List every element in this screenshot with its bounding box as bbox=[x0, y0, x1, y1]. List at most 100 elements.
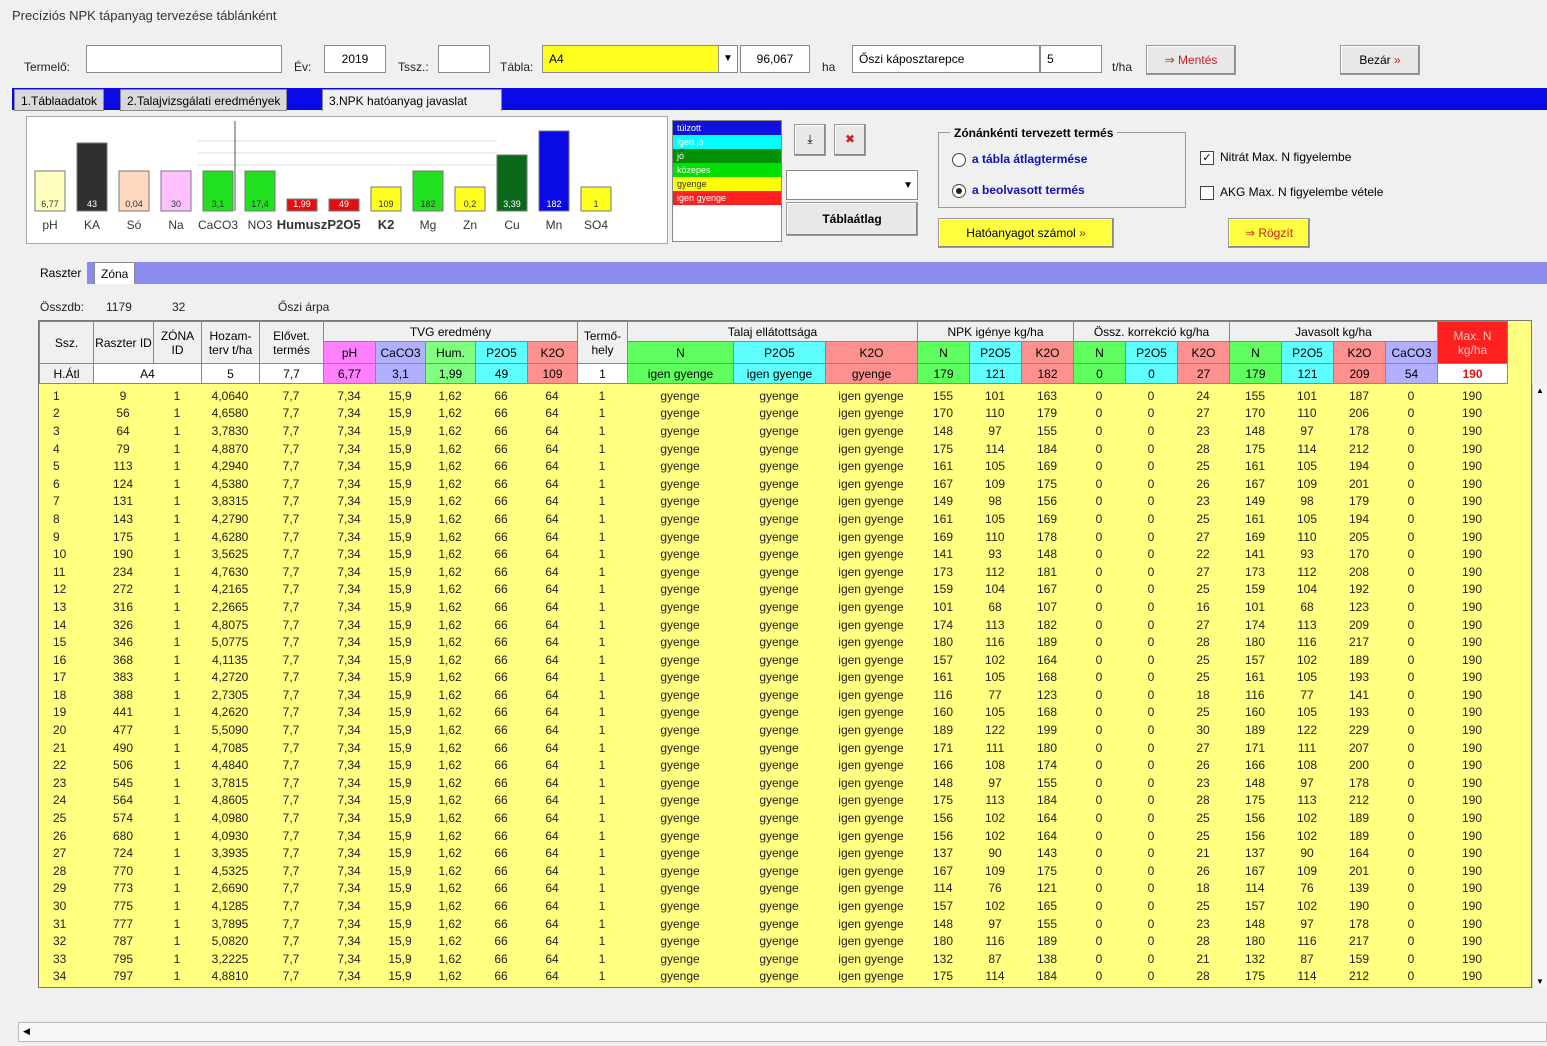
table-row[interactable]: 5 113 1 4,2940 7,7 7,34 15,9 1,62 66 64 1 gyenge gye… bbox=[39, 457, 1507, 475]
table-row[interactable]: 2 56 1 4,6580 7,7 7,34 15,9 1,62 66 64 1 gyenge gyen… bbox=[39, 405, 1507, 423]
table-cell: 66 bbox=[494, 388, 508, 403]
table-row[interactable]: 23 545 1 3,7815 7,7 7,34 15,9 1,62 66 64 1 gyenge gy… bbox=[39, 774, 1507, 792]
table-cell: 0 bbox=[1147, 828, 1155, 843]
table-cell: 64 bbox=[545, 652, 559, 667]
table-cell: 116 bbox=[985, 934, 1005, 949]
data-grid[interactable]: Ssz. Raszter ID ZÓNA ID Hozam-terv t/ha Előv… bbox=[38, 320, 1532, 988]
table-row[interactable]: 25 574 1 4,0980 7,7 7,34 15,9 1,62 66 64 1 gyenge gy… bbox=[39, 809, 1507, 827]
chevron-down-icon[interactable]: ▼ bbox=[718, 46, 737, 72]
table-row[interactable]: 8 143 1 4,2790 7,7 7,34 15,9 1,62 66 64 1 gyenge gye… bbox=[39, 510, 1507, 528]
horizontal-scrollbar[interactable]: ◀ bbox=[18, 1022, 1547, 1042]
table-select[interactable]: A4 ▼ bbox=[542, 45, 738, 73]
table-cell: 190 bbox=[1461, 723, 1483, 738]
table-cell: gyenge bbox=[759, 863, 799, 878]
table-row[interactable]: 3 64 1 3,7830 7,7 7,34 15,9 1,62 66 64 1 gyenge gyen… bbox=[39, 422, 1507, 440]
subtab-zone[interactable]: Zóna bbox=[94, 262, 136, 284]
year-field[interactable]: 2019 bbox=[324, 45, 386, 73]
tssz-field[interactable] bbox=[438, 45, 490, 73]
table-row[interactable]: 29 773 1 2,6690 7,7 7,34 15,9 1,62 66 64 1 gyenge gy… bbox=[39, 880, 1507, 898]
table-average-button[interactable]: Táblaátlag bbox=[786, 202, 918, 236]
table-cell: 23 bbox=[53, 775, 67, 790]
tab-soil-results[interactable]: 2.Talajvizsgálati eredmények bbox=[120, 89, 288, 111]
scroll-down-icon[interactable]: ▼ bbox=[1536, 977, 1544, 986]
delete-button[interactable]: ✖ bbox=[834, 124, 866, 156]
table-row[interactable]: 33 795 1 3,2225 7,7 7,34 15,9 1,62 66 64 1 gyenge gy… bbox=[39, 950, 1507, 968]
scroll-left-icon[interactable]: ◀ bbox=[23, 1026, 30, 1037]
table-row[interactable]: 21 490 1 4,7085 7,7 7,34 15,9 1,62 66 64 1 gyenge gy… bbox=[39, 739, 1507, 757]
average-cell: 54 bbox=[1385, 363, 1438, 384]
table-row[interactable]: 26 680 1 4,0930 7,7 7,34 15,9 1,62 66 64 1 gyenge gy… bbox=[39, 827, 1507, 845]
table-row[interactable]: 4 79 1 4,8870 7,7 7,34 15,9 1,62 66 64 1 gyenge gyen… bbox=[39, 440, 1507, 458]
table-row[interactable]: 1 9 1 4,0640 7,7 7,34 15,9 1,62 66 64 1 gyenge gyeng… bbox=[39, 387, 1507, 405]
table-row[interactable]: 19 441 1 4,2620 7,7 7,34 15,9 1,62 66 64 1 gyenge gy… bbox=[39, 704, 1507, 722]
producer-field[interactable] bbox=[86, 45, 282, 73]
tab-table-data[interactable]: 1.Táblaadatok bbox=[14, 89, 105, 111]
table-row[interactable]: 11 234 1 4,7630 7,7 7,34 15,9 1,62 66 64 1 gyenge gy… bbox=[39, 563, 1507, 581]
table-cell: 1 bbox=[598, 494, 606, 509]
table-row[interactable]: 13 316 1 2,2665 7,7 7,34 15,9 1,62 66 64 1 gyenge gy… bbox=[39, 598, 1507, 616]
average-cell: 27 bbox=[1177, 363, 1230, 384]
table-row[interactable]: 31 777 1 3,7895 7,7 7,34 15,9 1,62 66 64 1 gyenge gy… bbox=[39, 915, 1507, 933]
table-cell: 66 bbox=[494, 459, 508, 474]
table-row[interactable]: 12 272 1 4,2165 7,7 7,34 15,9 1,62 66 64 1 gyenge gy… bbox=[39, 581, 1507, 599]
table-row[interactable]: 27 724 1 3,3935 7,7 7,34 15,9 1,62 66 64 1 gyenge gy… bbox=[39, 844, 1507, 862]
vertical-scrollbar[interactable]: ▲ ▼ bbox=[1532, 384, 1547, 988]
table-cell: 98 bbox=[988, 494, 1002, 509]
scroll-up-icon[interactable]: ▲ bbox=[1536, 386, 1544, 395]
table-cell: 1 bbox=[173, 652, 181, 667]
subtab-raster[interactable]: Raszter bbox=[34, 262, 88, 284]
nitrate-checkbox[interactable]: ✓ Nitrát Max. N figyelembe bbox=[1200, 150, 1351, 165]
layer-select[interactable]: ▼ bbox=[786, 170, 918, 200]
calculate-button[interactable]: Hatóanyagot számol » bbox=[938, 218, 1114, 248]
table-row[interactable]: 30 775 1 4,1285 7,7 7,34 15,9 1,62 66 64 1 gyenge gy… bbox=[39, 897, 1507, 915]
table-cell: 1 bbox=[173, 916, 181, 931]
radio-loaded-yield[interactable]: a beolvasott termés bbox=[952, 183, 1085, 198]
table-row[interactable]: 18 388 1 2,7305 7,7 7,34 15,9 1,62 66 64 1 gyenge gy… bbox=[39, 686, 1507, 704]
chart-category-label: Mn bbox=[546, 218, 563, 232]
table-cell: gyenge bbox=[660, 494, 700, 509]
table-cell: 155 bbox=[1036, 775, 1058, 790]
table-cell: 0 bbox=[1407, 705, 1415, 720]
close-button[interactable]: Bezár » bbox=[1340, 45, 1420, 75]
record-button[interactable]: ⇒ Rögzít bbox=[1228, 218, 1310, 248]
download-button[interactable]: ⤓ bbox=[794, 124, 826, 156]
table-cell: 1,62 bbox=[438, 635, 462, 650]
table-row[interactable]: 22 506 1 4,4840 7,7 7,34 15,9 1,62 66 64 1 gyenge gy… bbox=[39, 756, 1507, 774]
table-row[interactable]: 6 124 1 4,5380 7,7 7,34 15,9 1,62 66 64 1 gyenge gye… bbox=[39, 475, 1507, 493]
table-cell: 66 bbox=[494, 476, 508, 491]
table-cell: gyenge bbox=[660, 723, 700, 738]
table-cell: 0 bbox=[1147, 599, 1155, 614]
table-row[interactable]: 9 175 1 4,6280 7,7 7,34 15,9 1,62 66 64 1 gyenge gye… bbox=[39, 528, 1507, 546]
table-cell: 15,9 bbox=[388, 459, 412, 474]
table-cell: 0 bbox=[1407, 775, 1415, 790]
table-cell: 192 bbox=[1348, 582, 1370, 597]
table-cell: 1 bbox=[173, 723, 181, 738]
table-cell: 24 bbox=[1196, 388, 1210, 403]
radio-table-average[interactable]: a tábla átlagtermése bbox=[952, 152, 1087, 167]
save-button[interactable]: ⇒ Mentés bbox=[1146, 45, 1236, 75]
tab-npk-proposal[interactable]: 3.NPK hatóanyag javaslat bbox=[322, 89, 502, 111]
yield-field[interactable]: 5 bbox=[1040, 45, 1102, 73]
table-row[interactable]: 24 564 1 4,8605 7,7 7,34 15,9 1,62 66 64 1 gyenge gy… bbox=[39, 792, 1507, 810]
table-cell: 167 bbox=[1244, 863, 1266, 878]
table-row[interactable]: 7 131 1 3,8315 7,7 7,34 15,9 1,62 66 64 1 gyenge gye… bbox=[39, 493, 1507, 511]
table-cell: 7,34 bbox=[337, 934, 361, 949]
akg-checkbox[interactable]: AKG Max. N figyelembe vétele bbox=[1200, 185, 1383, 200]
table-row[interactable]: 16 368 1 4,1135 7,7 7,34 15,9 1,62 66 64 1 gyenge gy… bbox=[39, 651, 1507, 669]
table-row[interactable]: 17 383 1 4,2720 7,7 7,34 15,9 1,62 66 64 1 gyenge gy… bbox=[39, 669, 1507, 687]
table-row[interactable]: 14 326 1 4,8075 7,7 7,34 15,9 1,62 66 64 1 gyenge gy… bbox=[39, 616, 1507, 634]
table-row[interactable]: 10 190 1 3,5625 7,7 7,34 15,9 1,62 66 64 1 gyenge gy… bbox=[39, 545, 1507, 563]
table-row[interactable]: 32 787 1 5,0820 7,7 7,34 15,9 1,62 66 64 1 gyenge gy… bbox=[39, 932, 1507, 950]
table-row[interactable]: 28 770 1 4,5325 7,7 7,34 15,9 1,62 66 64 1 gyenge gy… bbox=[39, 862, 1507, 880]
table-cell: 1 bbox=[598, 758, 606, 773]
table-row[interactable]: 15 346 1 5,0775 7,7 7,34 15,9 1,62 66 64 1 gyenge gy… bbox=[39, 633, 1507, 651]
table-cell: 1,62 bbox=[438, 459, 462, 474]
table-cell: 3,2225 bbox=[211, 951, 249, 966]
table-header: Ssz. Raszter ID ZÓNA ID Hozam-terv t/ha Előv… bbox=[39, 321, 1508, 384]
table-cell: 66 bbox=[494, 705, 508, 720]
table-row[interactable]: 20 477 1 5,5090 7,7 7,34 15,9 1,62 66 64 1 gyenge gy… bbox=[39, 721, 1507, 739]
table-cell: 15,9 bbox=[388, 635, 412, 650]
table-row[interactable]: 34 797 1 4,8810 7,7 7,34 15,9 1,62 66 64 1 gyenge gy… bbox=[39, 968, 1507, 986]
chart-value-label: 49 bbox=[339, 199, 349, 209]
table-cell: 0 bbox=[1095, 441, 1103, 456]
